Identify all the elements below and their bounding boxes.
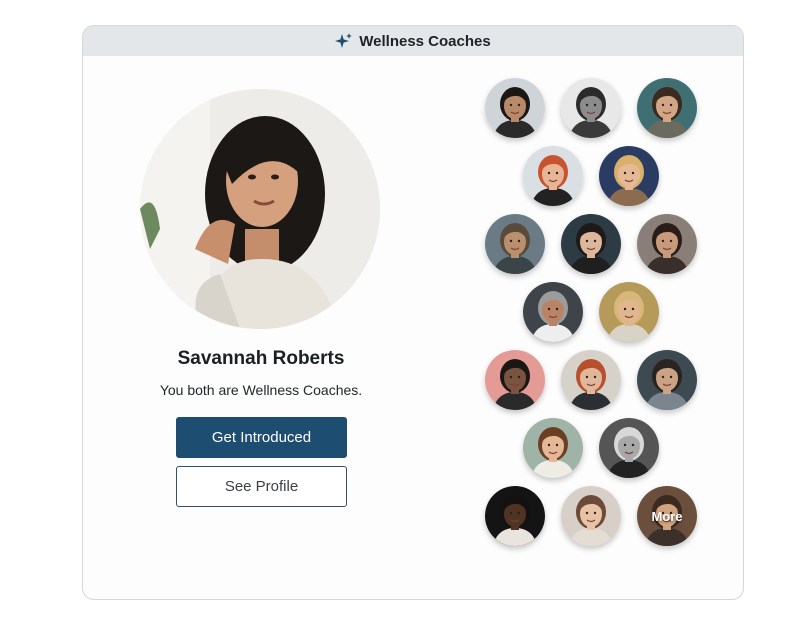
coach-avatar[interactable] <box>561 214 621 274</box>
coach-avatar[interactable] <box>485 78 545 138</box>
coach-avatar[interactable] <box>561 486 621 546</box>
coach-avatar[interactable] <box>599 282 659 342</box>
coach-avatar[interactable] <box>523 282 583 342</box>
coach-avatar[interactable] <box>561 78 621 138</box>
wellness-coaches-card: Wellness Coaches Savannah Roberts You bo… <box>82 25 744 600</box>
featured-coach-photo[interactable] <box>140 89 380 329</box>
coach-avatar[interactable] <box>599 418 659 478</box>
coach-avatar[interactable] <box>561 350 621 410</box>
coach-avatar[interactable] <box>637 350 697 410</box>
get-introduced-button[interactable]: Get Introduced <box>176 417 347 458</box>
featured-coach-name: Savannah Roberts <box>177 348 345 369</box>
coach-avatar[interactable] <box>637 214 697 274</box>
coach-avatar[interactable] <box>485 486 545 546</box>
coach-avatar[interactable] <box>599 146 659 206</box>
coach-avatar[interactable] <box>523 146 583 206</box>
featured-coach: Savannah Roberts You both are Wellness C… <box>83 26 443 599</box>
featured-coach-subtitle: You both are Wellness Coaches. <box>159 382 363 398</box>
more-label: More <box>651 508 683 524</box>
coach-avatar[interactable] <box>523 418 583 478</box>
coach-avatar[interactable] <box>485 350 545 410</box>
coach-avatar[interactable] <box>637 78 697 138</box>
coach-avatar[interactable] <box>485 214 545 274</box>
see-profile-button[interactable]: See Profile <box>176 466 347 507</box>
more-coaches-button[interactable]: More <box>637 486 697 546</box>
